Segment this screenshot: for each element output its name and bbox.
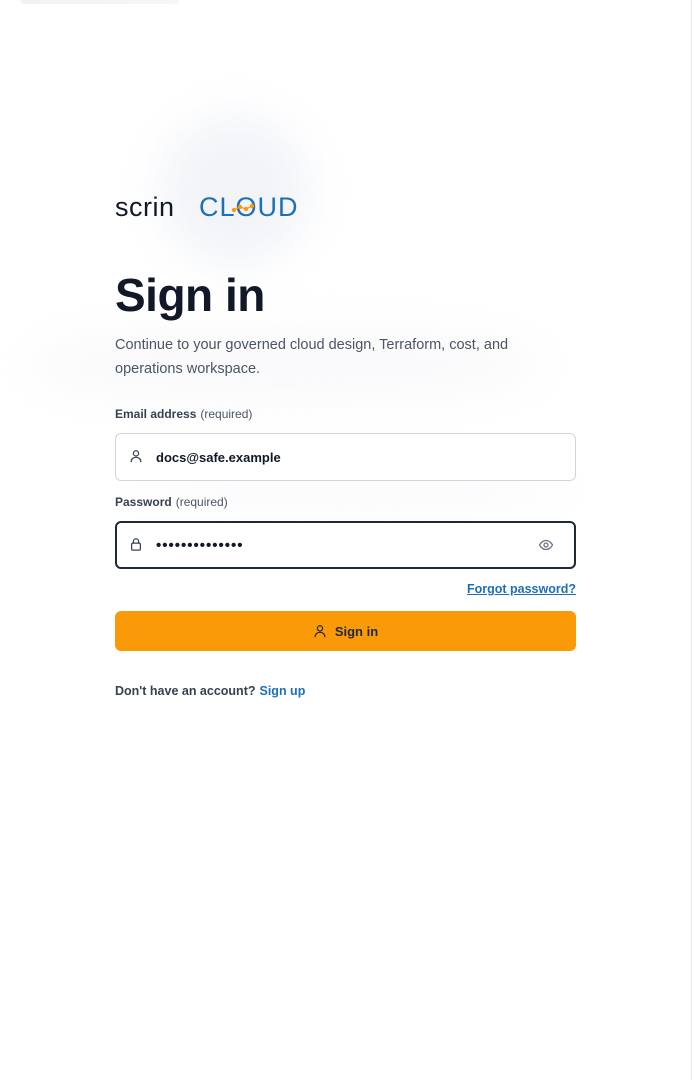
email-required-text: (required) <box>200 407 253 421</box>
signup-question: Don't have an account? <box>115 684 256 698</box>
page-title: Sign in <box>115 269 265 321</box>
signup-prompt: Don't have an account? Sign up <box>115 684 305 698</box>
password-input[interactable] <box>156 523 516 567</box>
user-icon <box>314 625 326 638</box>
eye-icon[interactable] <box>538 537 554 553</box>
sign-in-button-label: Sign in <box>334 623 379 639</box>
brand-logo-text-blue: CLOUD <box>199 192 299 220</box>
password-label: Password (required) <box>115 495 228 509</box>
sign-up-link[interactable]: Sign up <box>260 684 306 698</box>
email-label: Email address (required) <box>115 407 252 421</box>
brand-logo: scrin CLOUD <box>115 192 299 220</box>
email-field[interactable] <box>115 433 576 481</box>
lock-icon <box>131 538 141 551</box>
password-label-text: Password <box>115 495 172 509</box>
forgot-password-link[interactable]: Forgot password? <box>467 582 576 596</box>
top-strip <box>20 0 180 4</box>
password-field[interactable] <box>115 521 576 569</box>
brand-logo-text-dark: scrin <box>115 192 175 220</box>
page-subtitle: Continue to your governed cloud design, … <box>115 337 509 377</box>
user-icon <box>130 450 142 463</box>
password-required-text: (required) <box>175 495 228 509</box>
sign-in-button[interactable]: Sign in <box>115 611 576 651</box>
email-label-text: Email address <box>115 407 197 421</box>
background-glow <box>160 115 310 265</box>
email-input[interactable] <box>156 434 516 480</box>
